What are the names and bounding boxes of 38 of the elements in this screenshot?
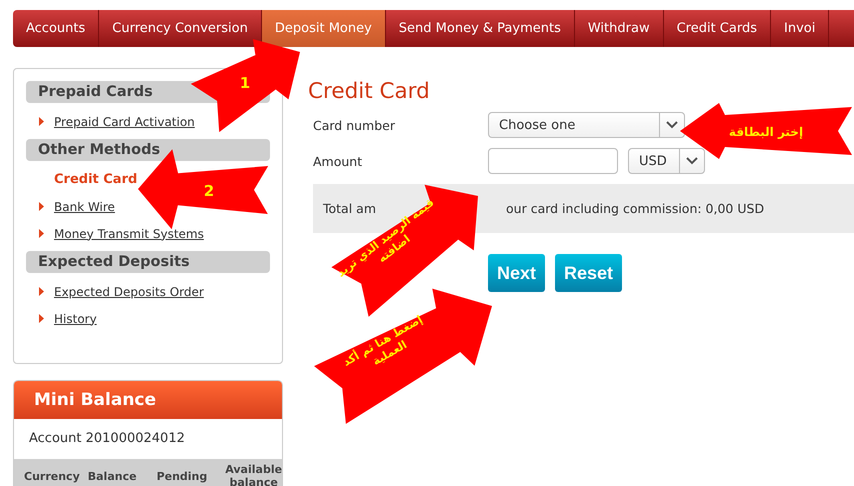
- amount-field[interactable]: [488, 148, 618, 174]
- nav-tab[interactable]: Invoi: [771, 10, 830, 47]
- section-header: Other Methods: [26, 139, 270, 161]
- field-label: Amount: [313, 154, 364, 168]
- nav-tab[interactable]: Send Money & Payments: [386, 10, 575, 47]
- nav-tab[interactable]: Withdraw: [574, 10, 664, 47]
- triangle-bullet-icon: [39, 314, 44, 323]
- column-header: Pending: [156, 470, 208, 482]
- callout-text: إختر البطاقة: [728, 125, 804, 139]
- field-label: Card number: [313, 118, 396, 132]
- nav-tab[interactable]: Accounts: [13, 10, 100, 47]
- sidebar-link[interactable]: History: [54, 312, 97, 326]
- section-header: Expected Deposits: [26, 251, 270, 273]
- panel-title: Mini Balance: [14, 381, 282, 419]
- chevron-down-icon: [666, 121, 678, 129]
- column-header: Available balance: [225, 463, 282, 486]
- page-title: Credit Card: [308, 78, 431, 106]
- sidebar-link[interactable]: Money Transmit Systems: [54, 226, 204, 240]
- account-number: Account 201000024012: [28, 430, 186, 448]
- sidebar-link[interactable]: Expected Deposits Order: [54, 284, 204, 298]
- nav-tab[interactable]: Credit Cards: [664, 10, 771, 47]
- triangle-bullet-icon: [39, 229, 44, 238]
- column-header: Currency: [24, 470, 80, 482]
- sidebar-link[interactable]: Bank Wire: [54, 200, 115, 214]
- callout-text: إضغط هنا ثم أكد العملية: [340, 312, 425, 369]
- sidebar-link[interactable]: Credit Card: [54, 172, 138, 187]
- currency-select[interactable]: USD: [628, 148, 705, 174]
- triangle-bullet-icon: [39, 117, 44, 126]
- triangle-bullet-icon: [39, 287, 44, 296]
- nav-tab[interactable]: Deposit Money: [262, 10, 386, 47]
- card-select[interactable]: Choose one: [488, 112, 685, 138]
- total-text: our card including commission: 0,00 USD: [506, 201, 764, 216]
- column-header: Balance: [88, 470, 137, 482]
- callout-text: 2: [204, 182, 214, 200]
- triangle-bullet-icon: [39, 202, 44, 211]
- sidebar-link[interactable]: Prepaid Card Activation: [54, 114, 195, 128]
- chevron-down-icon: [686, 157, 698, 165]
- total-text: Total am: [323, 201, 376, 216]
